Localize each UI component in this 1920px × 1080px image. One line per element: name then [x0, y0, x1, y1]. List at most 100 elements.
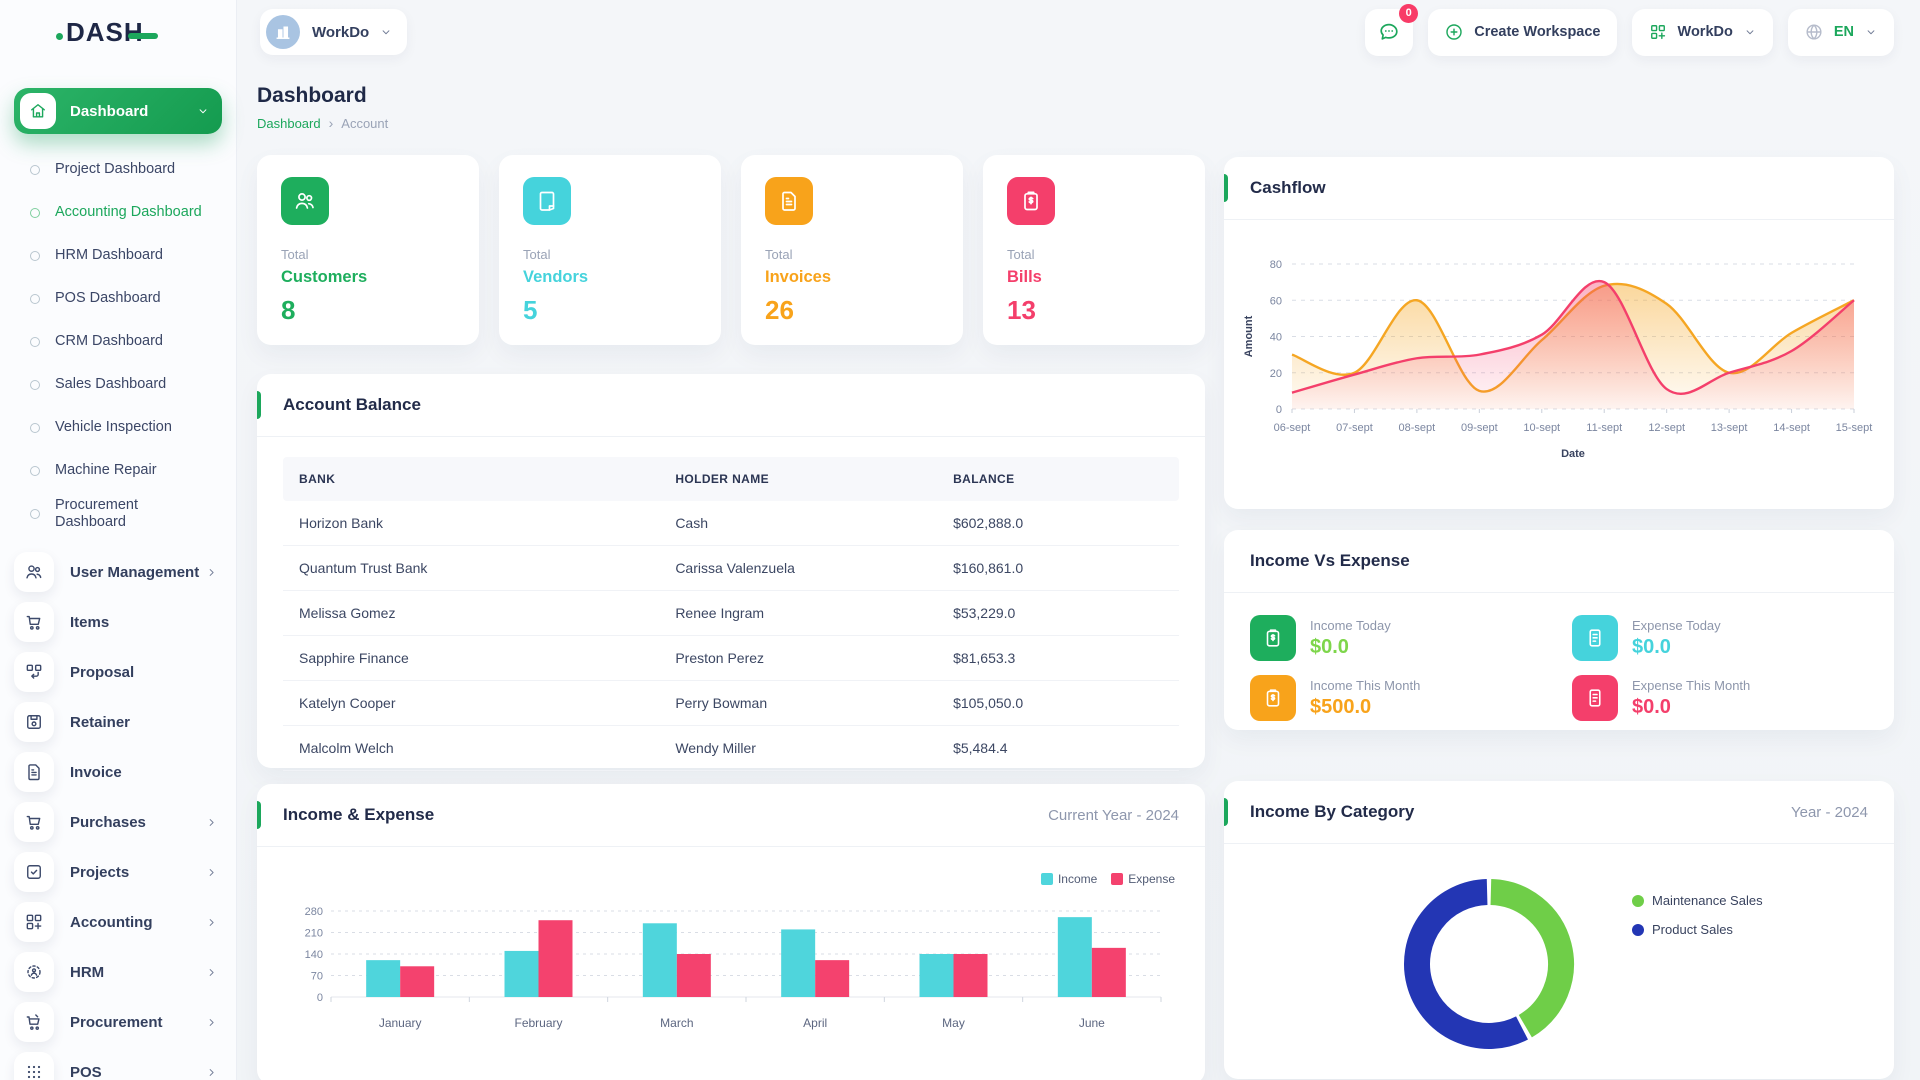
- sidebar-subitem-machine-repair[interactable]: Machine Repair: [30, 449, 236, 492]
- sidebar-item-retainer[interactable]: Retainer: [14, 697, 222, 747]
- sidebar-item-invoice[interactable]: Invoice: [14, 747, 222, 797]
- legend-item-income[interactable]: Income: [1041, 872, 1097, 886]
- stat-card-invoices[interactable]: TotalInvoices26: [741, 155, 963, 345]
- svg-text:140: 140: [305, 949, 323, 961]
- income-vs-expense-panel: Income Vs Expense Income Today$0.0Expens…: [1224, 530, 1894, 730]
- income-expense-title: Income & Expense: [283, 805, 434, 825]
- grid-plus-icon: [1648, 22, 1668, 42]
- users-icon: [281, 177, 329, 225]
- income-expense-legend: Income Expense: [1041, 872, 1175, 886]
- table-cell: Katelyn Cooper: [283, 681, 659, 725]
- bullet-icon: [30, 509, 40, 519]
- sidebar-subitem-procurement-dashboard[interactable]: Procurement Dashboard: [30, 492, 236, 535]
- income-by-category-title: Income By Category: [1250, 802, 1414, 822]
- table-cell: Sapphire Finance: [283, 636, 659, 680]
- sidebar-item-proposal[interactable]: Proposal: [14, 647, 222, 697]
- stat-card-toplabel: Total: [765, 247, 939, 262]
- sidebar-dashboard-label: Dashboard: [70, 103, 196, 120]
- legend-item-maintenance-sales[interactable]: Maintenance Sales: [1632, 893, 1763, 908]
- table-cell: $160,861.0: [937, 546, 1179, 590]
- sidebar-dashboard-submenu: Project Dashboard Accounting Dashboard HRM…: [0, 134, 236, 535]
- plus-circle-icon: [1444, 22, 1464, 42]
- breadcrumb-dashboard-link[interactable]: Dashboard: [257, 116, 321, 131]
- sidebar-item-purchases[interactable]: Purchases: [14, 797, 222, 847]
- workspace-menu-button[interactable]: WorkDo: [1632, 9, 1773, 56]
- sidebar-menu: User ManagementItemsProposalRetainerInvo…: [0, 535, 236, 1080]
- cashflow-chart: 02040608006-sept07-sept08-sept09-sept10-…: [1224, 220, 1894, 499]
- legend-dot: [1632, 895, 1644, 907]
- accounting-icon: [14, 902, 54, 942]
- table-cell: Carissa Valenzuela: [659, 546, 937, 590]
- sidebar-item-procurement[interactable]: Procurement: [14, 997, 222, 1047]
- sidebar-subitem-vehicle-inspection[interactable]: Vehicle Inspection: [30, 406, 236, 449]
- table-cell: Quantum Trust Bank: [283, 546, 659, 590]
- create-workspace-button[interactable]: Create Workspace: [1428, 9, 1616, 56]
- sidebar-subitem-project-dashboard[interactable]: Project Dashboard: [30, 148, 236, 191]
- chevron-right-icon: [205, 566, 218, 579]
- sidebar-subitem-label: Machine Repair: [55, 462, 157, 479]
- clipboard-icon: [1250, 615, 1296, 661]
- stat-card-customers[interactable]: TotalCustomers8: [257, 155, 479, 345]
- legend-label: Expense: [1128, 872, 1175, 886]
- sidebar-item-dashboard[interactable]: Dashboard: [14, 88, 222, 134]
- stat-card-toplabel: Total: [1007, 247, 1181, 262]
- table-row: Sapphire FinancePreston Perez$81,653.3: [283, 636, 1179, 681]
- sidebar-subitem-crm-dashboard[interactable]: CRM Dashboard: [30, 320, 236, 363]
- svg-text:07-sept: 07-sept: [1336, 422, 1373, 434]
- table-cell: Wendy Miller: [659, 726, 937, 770]
- sidebar-subitem-hrm-dashboard[interactable]: HRM Dashboard: [30, 234, 236, 277]
- table-cell: $602,888.0: [937, 501, 1179, 545]
- chevron-right-icon: [205, 966, 218, 979]
- ive-stat-value: $0.0: [1632, 636, 1721, 659]
- income-vs-expense-title: Income Vs Expense: [1250, 551, 1410, 571]
- messages-button[interactable]: 0: [1365, 9, 1413, 56]
- stat-card-value: 5: [523, 295, 697, 326]
- account-balance-table: BANKHOLDER NAMEBALANCEHorizon BankCash$6…: [283, 457, 1179, 771]
- sidebar-subitem-sales-dashboard[interactable]: Sales Dashboard: [30, 363, 236, 406]
- chevron-down-icon: [1743, 25, 1757, 39]
- svg-text:February: February: [514, 1016, 562, 1030]
- table-row: Katelyn CooperPerry Bowman$105,050.0: [283, 681, 1179, 726]
- income-by-category-panel: Income By Category Year - 2024 Maintenan…: [1224, 781, 1894, 1079]
- logo-text: DASH: [66, 17, 144, 48]
- legend-label: Income: [1058, 872, 1097, 886]
- sidebar-subitem-accounting-dashboard[interactable]: Accounting Dashboard: [30, 191, 236, 234]
- svg-text:0: 0: [317, 992, 323, 1004]
- income-by-category-chart: [1224, 844, 1894, 1080]
- svg-text:0: 0: [1276, 404, 1282, 416]
- sidebar-item-hrm[interactable]: HRM: [14, 947, 222, 997]
- svg-text:40: 40: [1270, 332, 1282, 344]
- sidebar-item-user-management[interactable]: User Management: [14, 547, 222, 597]
- ive-stat-label: Expense Today: [1632, 618, 1721, 633]
- breadcrumb-separator: ›: [329, 115, 334, 131]
- svg-text:06-sept: 06-sept: [1274, 422, 1311, 434]
- sidebar-item-items[interactable]: Items: [14, 597, 222, 647]
- logo-dot-icon: [56, 33, 63, 40]
- sidebar-subitem-label: Procurement Dashboard: [55, 497, 205, 531]
- legend-item-expense[interactable]: Expense: [1111, 872, 1175, 886]
- sidebar-item-accounting[interactable]: Accounting: [14, 897, 222, 947]
- income-expense-header: Income & Expense Current Year - 2024: [257, 784, 1205, 847]
- invoice-icon: [14, 752, 54, 792]
- sidebar-subitem-label: Accounting Dashboard: [55, 204, 202, 221]
- sidebar-subitem-pos-dashboard[interactable]: POS Dashboard: [30, 277, 236, 320]
- svg-text:Date: Date: [1561, 448, 1585, 460]
- ive-stat-value: $0.0: [1310, 636, 1391, 659]
- svg-text:13-sept: 13-sept: [1711, 422, 1748, 434]
- app-logo[interactable]: DASH: [0, 0, 236, 64]
- procurement-icon: [14, 1002, 54, 1042]
- dashboard-page: DASH Dashboard Project Dashboard Accounti…: [0, 0, 1920, 1080]
- stat-card-vendors[interactable]: TotalVendors5: [499, 155, 721, 345]
- stat-card-bills[interactable]: TotalBills13: [983, 155, 1205, 345]
- sidebar-item-projects[interactable]: Projects: [14, 847, 222, 897]
- legend-item-product-sales[interactable]: Product Sales: [1632, 922, 1763, 937]
- bullet-icon: [30, 294, 40, 304]
- stat-card-label: Invoices: [765, 268, 939, 287]
- sidebar-item-pos[interactable]: POS: [14, 1047, 222, 1080]
- income-expense-subtitle: Current Year - 2024: [1048, 807, 1179, 824]
- ive-stat-text: Expense This Month$0.0: [1632, 678, 1750, 719]
- clipboard-icon: [1250, 675, 1296, 721]
- language-selector[interactable]: EN: [1788, 9, 1894, 56]
- sidebar-item-label: POS: [70, 1064, 205, 1080]
- workspace-switcher[interactable]: WorkDo: [260, 9, 407, 55]
